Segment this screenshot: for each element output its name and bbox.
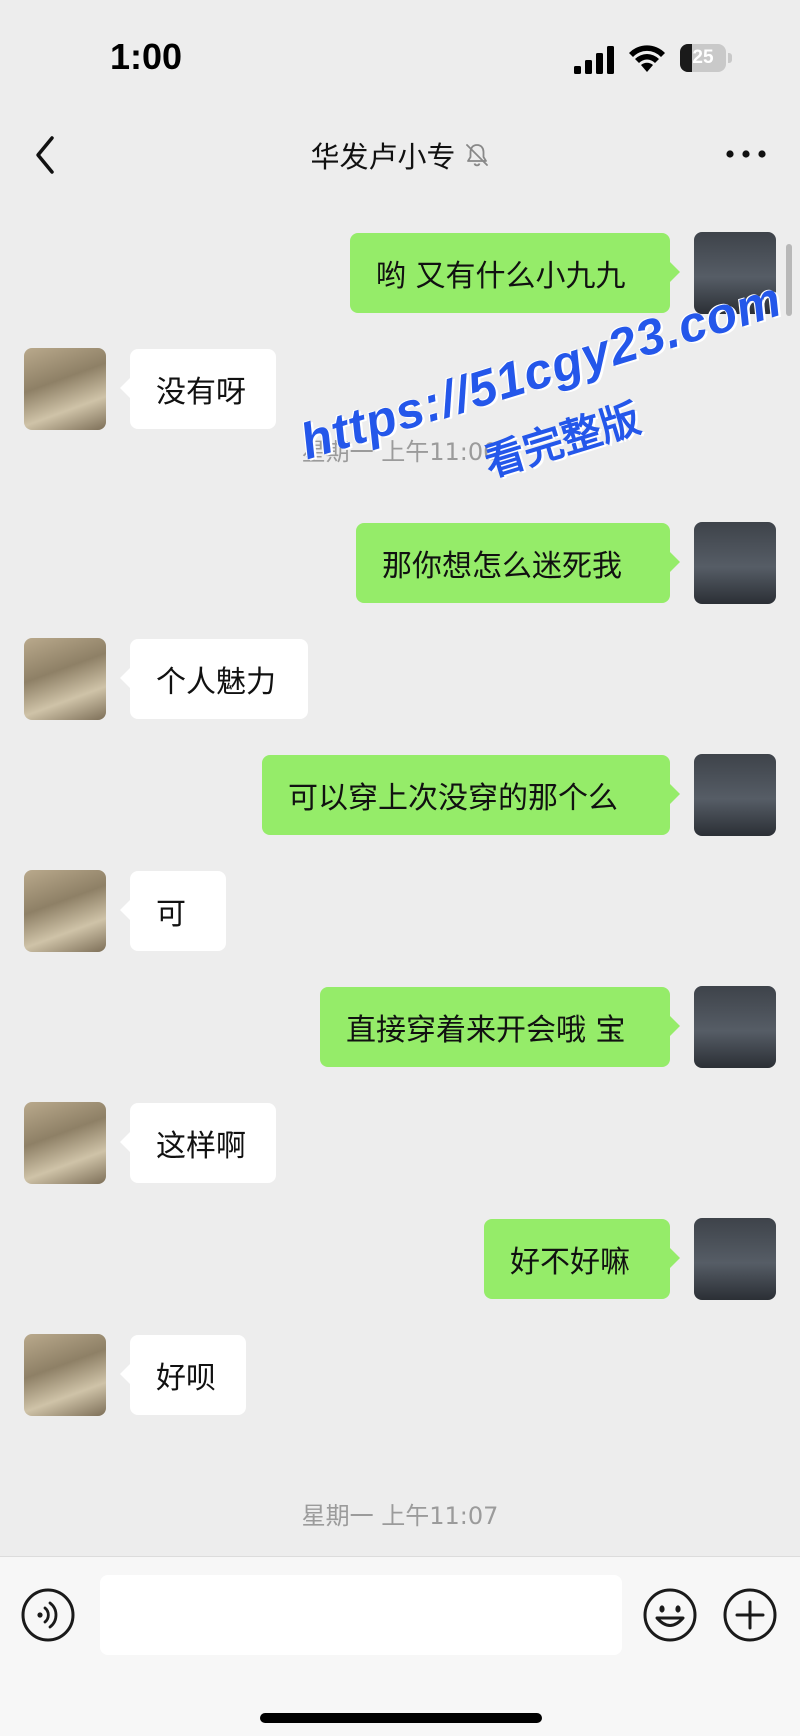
avatar-self[interactable]	[694, 1218, 776, 1300]
message-bubble-other[interactable]: 个人魅力	[130, 639, 308, 719]
plus-icon[interactable]	[722, 1587, 778, 1643]
battery-level: 25	[692, 47, 714, 68]
message-row: 可以穿上次没穿的那个么	[0, 754, 800, 836]
status-bar: 1:00 25	[0, 0, 800, 110]
avatar-self[interactable]	[694, 754, 776, 836]
avatar-self[interactable]	[694, 522, 776, 604]
message-bubble-self[interactable]: 直接穿着来开会哦 宝	[320, 987, 670, 1067]
chat-area[interactable]: 哟 又有什么小九九 没有呀 星期一 上午11:00 那你想怎么迷死我 个人魅力 …	[0, 200, 800, 1556]
avatar-other[interactable]	[24, 1334, 106, 1416]
wifi-icon	[629, 45, 665, 72]
message-row: 个人魅力	[0, 638, 800, 720]
home-indicator	[260, 1713, 542, 1723]
message-bubble-other[interactable]: 这样啊	[130, 1103, 276, 1183]
chevron-left-icon[interactable]	[26, 128, 66, 182]
message-row: 直接穿着来开会哦 宝	[0, 986, 800, 1068]
mute-bell-icon	[465, 144, 488, 167]
message-bubble-self[interactable]: 那你想怎么迷死我	[356, 523, 670, 603]
avatar-self[interactable]	[694, 232, 776, 314]
timestamp-divider: 星期一 上午11:07	[301, 1502, 499, 1530]
message-bubble-self[interactable]: 哟 又有什么小九九	[350, 233, 670, 313]
voice-icon[interactable]	[20, 1587, 76, 1643]
nav-bar: 华发卢小专	[0, 110, 800, 200]
message-row: 好不好嘛	[0, 1218, 800, 1300]
input-bar	[0, 1556, 800, 1736]
message-row: 可	[0, 870, 800, 952]
message-bubble-other[interactable]: 好呗	[130, 1335, 246, 1415]
message-bubble-self[interactable]: 可以穿上次没穿的那个么	[262, 755, 670, 835]
message-row: 那你想怎么迷死我	[0, 522, 800, 604]
message-row: 好呗	[0, 1334, 800, 1416]
avatar-other[interactable]	[24, 1102, 106, 1184]
message-row: 没有呀	[0, 348, 800, 430]
chat-title-wrap: 华发卢小专	[0, 110, 800, 200]
message-input[interactable]	[100, 1575, 622, 1655]
status-time: 1:00	[110, 36, 183, 77]
message-row: 哟 又有什么小九九	[0, 232, 800, 314]
avatar-other[interactable]	[24, 638, 106, 720]
signal-icon	[574, 46, 614, 74]
timestamp-divider: 星期一 上午11:00	[301, 438, 499, 466]
message-bubble-self[interactable]: 好不好嘛	[484, 1219, 670, 1299]
message-bubble-other[interactable]: 可	[130, 871, 226, 951]
avatar-other[interactable]	[24, 348, 106, 430]
emoji-icon[interactable]	[642, 1587, 698, 1643]
avatar-other[interactable]	[24, 870, 106, 952]
avatar-self[interactable]	[694, 986, 776, 1068]
battery-icon: 25	[680, 44, 732, 72]
message-row: 这样啊	[0, 1102, 800, 1184]
message-bubble-other[interactable]: 没有呀	[130, 349, 276, 429]
more-icon[interactable]	[716, 134, 776, 174]
chat-title: 华发卢小专	[310, 140, 456, 174]
